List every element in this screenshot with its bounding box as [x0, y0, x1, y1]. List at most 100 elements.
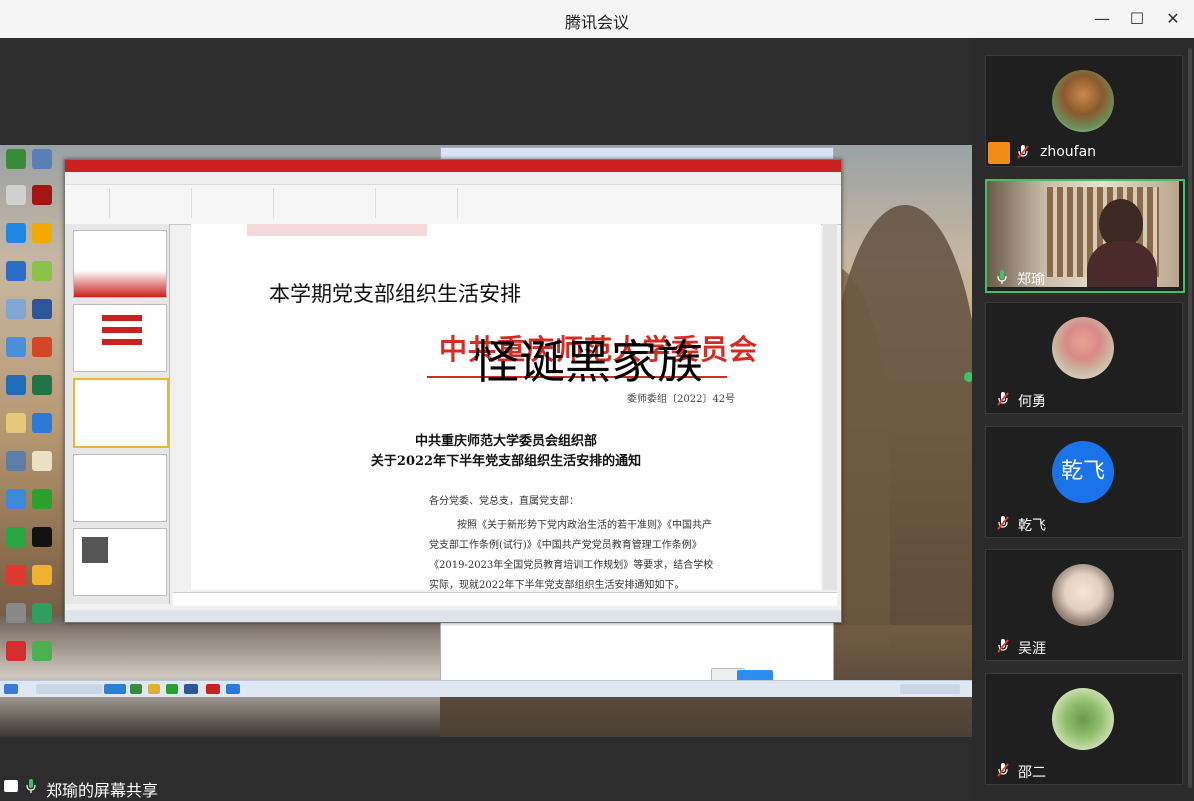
desktop-app-icon[interactable]	[6, 185, 26, 205]
thumb-photo	[82, 537, 108, 563]
desktop-app-icon[interactable]	[6, 527, 26, 547]
slide-thumbnail[interactable]	[73, 528, 167, 596]
desktop-app-icon[interactable]	[32, 149, 52, 169]
participant-name: 郑瑜	[1017, 272, 1045, 288]
participant-video	[987, 181, 1179, 287]
video-person-body	[1087, 241, 1157, 287]
desktop-app-icon[interactable]	[6, 337, 26, 357]
desktop-app-icon[interactable]	[32, 223, 52, 243]
muted-microphone-icon	[997, 516, 1009, 530]
ribbon-toolbar	[65, 172, 841, 225]
maximize-button[interactable]: ☐	[1126, 8, 1148, 30]
screen-share-icon	[4, 780, 18, 792]
desktop-app-icon[interactable]	[32, 261, 52, 281]
thumb-bar	[102, 339, 142, 345]
taskbar-item[interactable]	[130, 684, 142, 694]
desktop-app-icon[interactable]	[6, 451, 26, 471]
desktop-app-icon[interactable]	[32, 527, 52, 547]
participant-avatar	[1052, 564, 1114, 626]
participant-tile[interactable]: 吴涯	[985, 549, 1183, 661]
desktop-app-icon[interactable]	[32, 337, 52, 357]
slide-thumbnail[interactable]	[73, 230, 167, 298]
microphone-icon	[997, 270, 1007, 284]
screen-share-stage: 本学期党支部组织生活安排 中共重庆师范大学委员会 怪诞黑家族 委师委组〔2022…	[0, 38, 974, 800]
desktop-app-icon[interactable]	[32, 489, 52, 509]
microphone-icon	[26, 779, 36, 793]
document-body-line: 按照《关于新形势下党内政治生活的若干准则》《中国共产	[457, 520, 712, 531]
desktop-app-icon[interactable]	[6, 149, 26, 169]
ribbon-tabs[interactable]	[65, 172, 841, 185]
ribbon-group-drawing[interactable]	[377, 188, 458, 218]
thumb-bar	[102, 315, 142, 321]
desktop-app-icon[interactable]	[6, 641, 26, 661]
screen-share-indicator: 郑瑜的屏幕共享	[0, 770, 300, 800]
document-body-line: 实际，现就2022年下半年党支部组织生活安排通知如下。	[429, 580, 685, 590]
slide-scrollbar[interactable]	[823, 224, 837, 590]
notes-pane[interactable]	[173, 592, 837, 606]
system-tray-clock[interactable]	[900, 684, 960, 694]
slide-thumbnail[interactable]	[73, 454, 167, 522]
taskbar-item[interactable]	[104, 684, 126, 694]
participant-name: 吴涯	[1018, 641, 1046, 657]
river-area	[0, 615, 440, 737]
participant-tile[interactable]: 何勇	[985, 302, 1183, 414]
taskbar-item[interactable]	[226, 684, 240, 694]
desktop-app-icon[interactable]	[32, 413, 52, 433]
participant-tile-speaking[interactable]: 郑瑜	[985, 179, 1185, 293]
shared-desktop: 本学期党支部组织生活安排 中共重庆师范大学委员会 怪诞黑家族 委师委组〔2022…	[0, 145, 972, 737]
participant-tile[interactable]: 乾飞 乾飞	[985, 426, 1183, 538]
desktop-app-icon[interactable]	[6, 413, 26, 433]
desktop-app-icon[interactable]	[32, 185, 52, 205]
share-status-label: 郑瑜的屏幕共享	[46, 781, 159, 800]
desktop-app-icon[interactable]	[32, 299, 52, 319]
slide-thumbnail[interactable]	[73, 304, 167, 372]
presentation-status-bar	[65, 610, 841, 622]
windows-taskbar	[0, 680, 972, 697]
document-title-line: 关于2022年下半年党支部组织生活安排的通知	[370, 454, 642, 469]
document-body-line: 党支部工作条例(试行)》《中国共产党党员教育管理工作条例》	[429, 540, 702, 551]
app-title: 腾讯会议	[564, 13, 629, 32]
participant-name: 乾飞	[1018, 518, 1046, 534]
taskbar-item[interactable]	[166, 684, 178, 694]
desktop-app-icon[interactable]	[6, 565, 26, 585]
desktop-app-icon[interactable]	[32, 641, 52, 661]
participant-avatar	[1052, 317, 1114, 379]
muted-microphone-icon	[997, 392, 1009, 406]
taskbar-item[interactable]	[36, 684, 102, 694]
slide-canvas[interactable]: 本学期党支部组织生活安排 中共重庆师范大学委员会 怪诞黑家族 委师委组〔2022…	[191, 224, 821, 590]
panel-scrollbar[interactable]	[1188, 48, 1192, 788]
title-bar: 腾讯会议 — ☐ ✕	[0, 0, 1194, 39]
desktop-app-icon[interactable]	[32, 375, 52, 395]
desktop-app-icon[interactable]	[32, 451, 52, 471]
start-button[interactable]	[4, 684, 18, 694]
participant-tile[interactable]: zhoufan	[985, 55, 1183, 167]
presentation-title-bar	[65, 160, 841, 172]
slide-thumbnail-selected[interactable]	[73, 378, 169, 448]
document-org-line: 中共重庆师范大学委员会组织部	[414, 434, 597, 449]
participant-avatar	[1052, 70, 1114, 132]
muted-microphone-icon	[997, 639, 1009, 653]
ribbon-group-slides[interactable]	[111, 188, 192, 218]
desktop-app-icon[interactable]	[6, 223, 26, 243]
document-number: 委师委组〔2022〕42号	[627, 394, 736, 405]
taskbar-item[interactable]	[206, 684, 220, 694]
participant-tile[interactable]: 邵二	[985, 673, 1183, 785]
desktop-app-icon[interactable]	[6, 299, 26, 319]
taskbar-item[interactable]	[148, 684, 160, 694]
ribbon-group-clipboard[interactable]	[69, 188, 110, 218]
ribbon-group-font[interactable]	[193, 188, 274, 218]
desktop-app-icon[interactable]	[6, 375, 26, 395]
muted-microphone-icon	[1017, 145, 1029, 159]
close-button[interactable]: ✕	[1162, 8, 1184, 30]
slide-top-band	[247, 224, 427, 236]
desktop-app-icon[interactable]	[32, 565, 52, 585]
desktop-app-icon[interactable]	[32, 603, 52, 623]
desktop-app-icon[interactable]	[6, 489, 26, 509]
minimize-button[interactable]: —	[1091, 8, 1113, 30]
desktop-app-icon[interactable]	[6, 261, 26, 281]
taskbar-item[interactable]	[184, 684, 198, 694]
host-icon	[988, 142, 1010, 164]
desktop-app-icon[interactable]	[6, 603, 26, 623]
desktop-icons	[0, 145, 60, 705]
ribbon-group-paragraph[interactable]	[275, 188, 376, 218]
